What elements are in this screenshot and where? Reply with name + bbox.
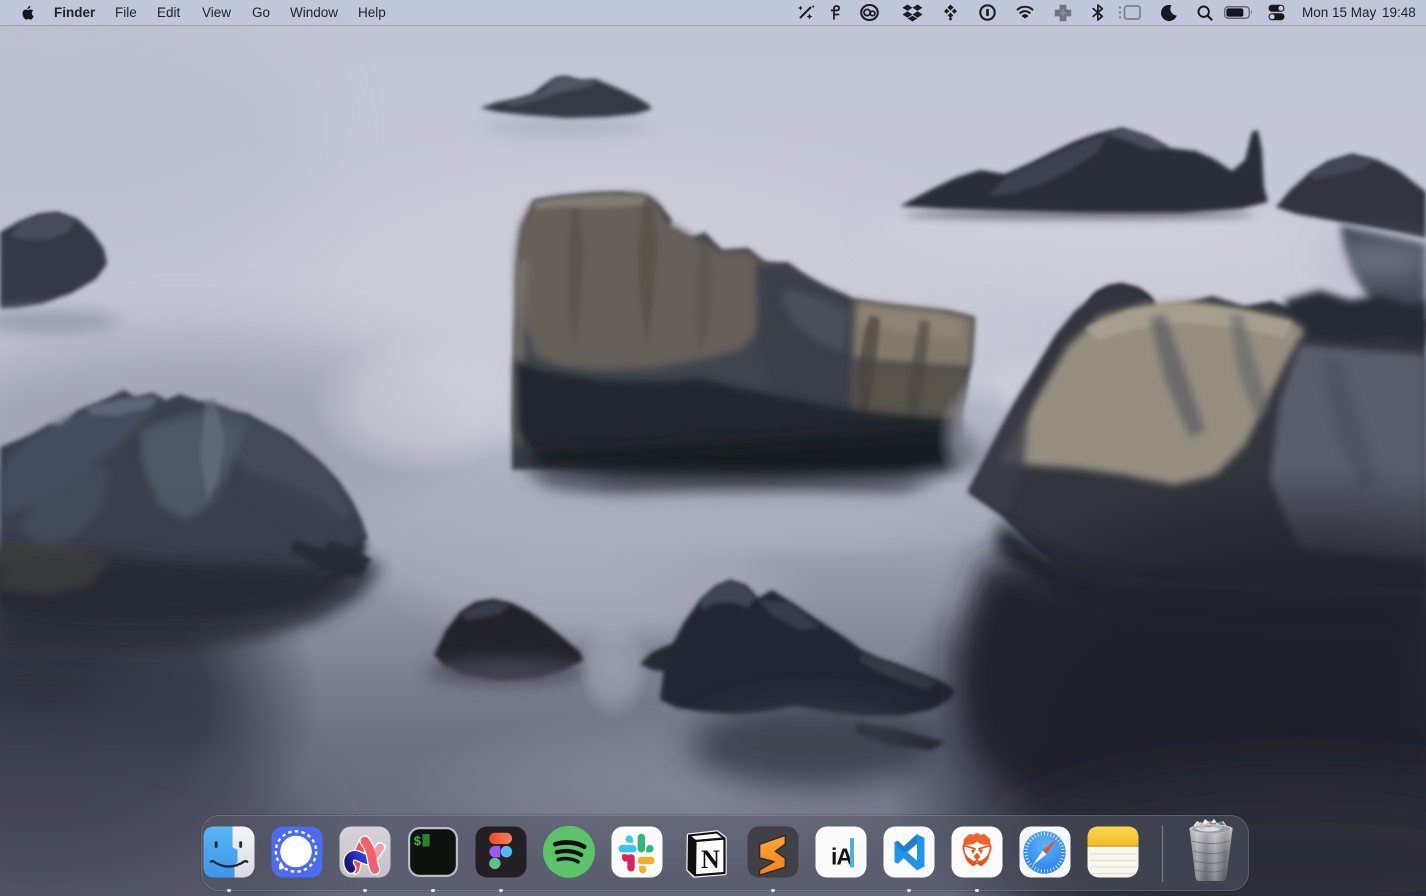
svg-text:iA: iA <box>831 844 852 870</box>
svg-text:$: $ <box>414 834 422 849</box>
svg-text:N: N <box>701 845 720 874</box>
